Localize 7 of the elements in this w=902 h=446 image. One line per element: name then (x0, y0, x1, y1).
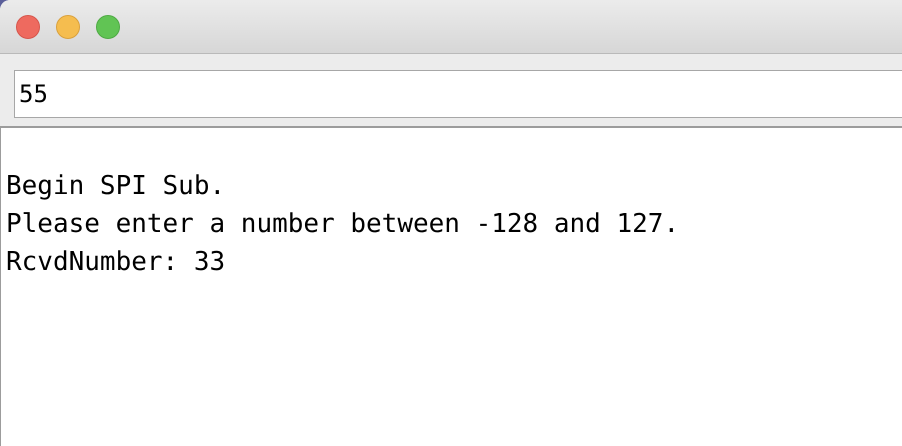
output-line: RcvdNumber: 33 (6, 246, 226, 279)
input-field[interactable]: 55 (14, 70, 902, 118)
minimize-button[interactable] (56, 14, 80, 38)
close-button[interactable] (16, 14, 40, 38)
zoom-button[interactable] (96, 14, 120, 38)
output-line: Please enter a number between -128 and 127. (6, 208, 680, 241)
output-line: Begin SPI Sub. (6, 170, 226, 203)
